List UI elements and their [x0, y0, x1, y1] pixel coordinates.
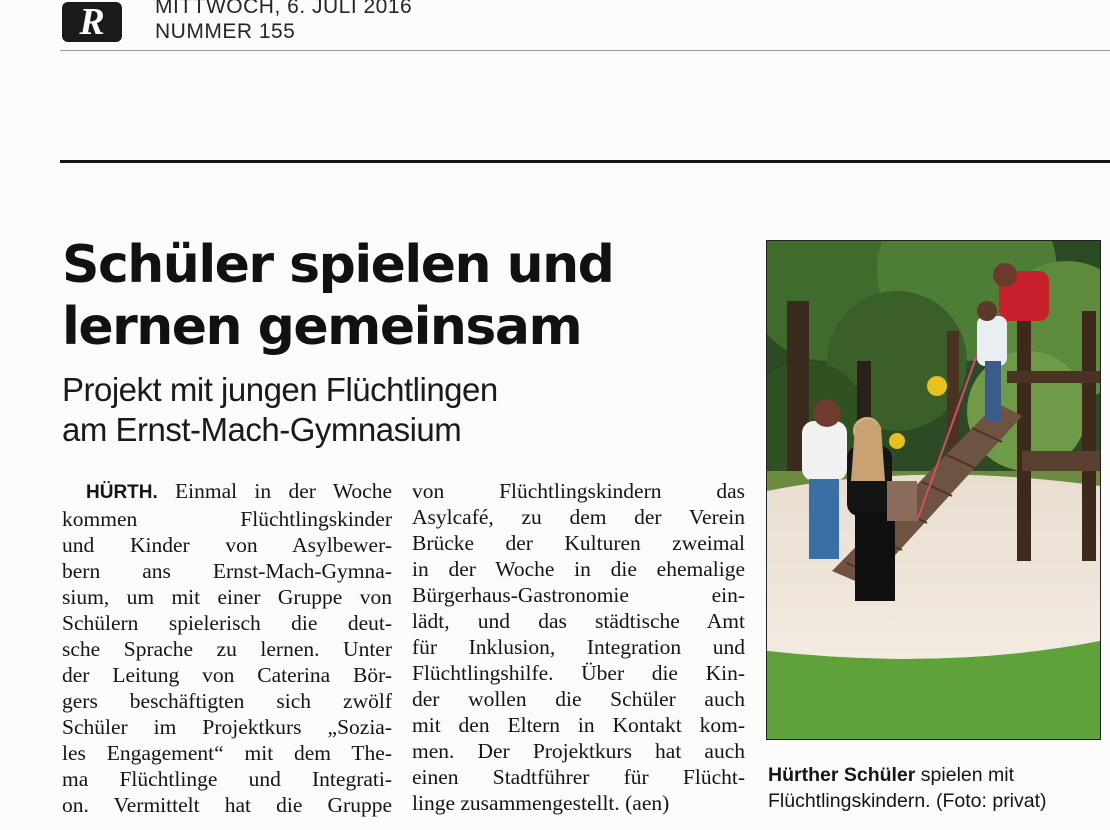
article-line: on. Vermittelt hat die Gruppe [62, 793, 392, 817]
article-line: Brücke der Kulturen zweimal [412, 531, 745, 555]
article-line: der Leitung von Caterina Bör- [62, 663, 392, 687]
article-line: Asylcafé, zu dem der Verein [412, 505, 745, 529]
newspaper-logo: R [62, 2, 122, 42]
article-line: für Inklusion, Integration und [412, 635, 745, 659]
article-line: les Engagement“ mit dem The- [62, 741, 392, 765]
playground-photo [767, 241, 1100, 739]
article-line: einen Stadtführer für Flücht- [412, 765, 745, 789]
article-line: Schüler im Projektkurs „Sozia- [62, 715, 392, 739]
article-line: der wollen die Schüler auch [412, 687, 745, 711]
article-line: kommen Flüchtlingskinder [62, 507, 392, 531]
article-line: lädt, und das städtische Amt [412, 609, 745, 633]
caption-line-2: Flüchtlingskindern. (Foto: privat) [768, 790, 1047, 812]
subhead-line-2: am Ernst-Mach-Gymnasium [62, 411, 462, 448]
top-divider [60, 50, 1110, 51]
article-line: Schülern spielerisch die deut- [62, 611, 392, 635]
article-line: und Kinder von Asylbewer- [62, 533, 392, 557]
article-line: sium, um mit einer Gruppe von [62, 585, 392, 609]
photo-caption: Hürther Schüler spielen mit Flüchtlingsk… [768, 762, 1100, 814]
article-line: HÜRTH. Einmal in der Woche [86, 479, 392, 503]
caption-line-1: Hürther Schüler spielen mit [768, 762, 1100, 788]
article-line: sche Sprache zu lernen. Unter [62, 637, 392, 661]
caption-line-1-rest: spielen mit [915, 764, 1014, 786]
logo-letter: R [79, 1, 105, 43]
article-line: men. Der Projektkurs hat auch [412, 739, 745, 763]
article-line: von Flüchtlingskindern das [412, 479, 745, 503]
dateline: HÜRTH. [86, 482, 175, 503]
article-line: Flüchtlingshilfe. Über die Kin- [412, 661, 745, 685]
caption-bold: Hürther Schüler [768, 764, 916, 786]
masthead: MITTWOCH, 6. JULI 2016 NUMMER 155 [155, 0, 412, 44]
article-photo [766, 240, 1101, 740]
article-line: gers beschäftigten sich zwölf [62, 689, 392, 713]
headline-line-2: lernen gemeinsam [62, 297, 583, 357]
article-line: bern ans Ernst-Mach-Gymna- [62, 559, 392, 583]
article-line: mit den Eltern in Kontakt kom- [412, 713, 745, 737]
article-subheadline: Projekt mit jungen Flüchtlingen am Ernst… [62, 370, 742, 450]
subhead-line-1: Projekt mit jungen Flüchtlingen [62, 371, 498, 408]
article-line: ma Flüchtlinge und Integrati- [62, 767, 392, 791]
article-line: in der Woche in die ehemalige [412, 557, 745, 581]
article-line: linge zusammengestellt. (aen) [412, 791, 670, 815]
article-headline: Schüler spielen und lernen gemeinsam [62, 234, 742, 358]
article-column-1: HÜRTH. Einmal in der Woche kommen Flüchtl… [62, 478, 392, 818]
masthead-issue: NUMMER 155 [155, 20, 296, 43]
article-column-2: von Flüchtlingskindern das Asylcafé, zu d… [412, 478, 745, 816]
masthead-date: MITTWOCH, 6. JULI 2016 [155, 0, 413, 18]
headline-line-1: Schüler spielen und [62, 235, 615, 295]
article-line: Bürgerhaus-Gastronomie ein- [412, 583, 745, 607]
section-divider [60, 160, 1110, 163]
